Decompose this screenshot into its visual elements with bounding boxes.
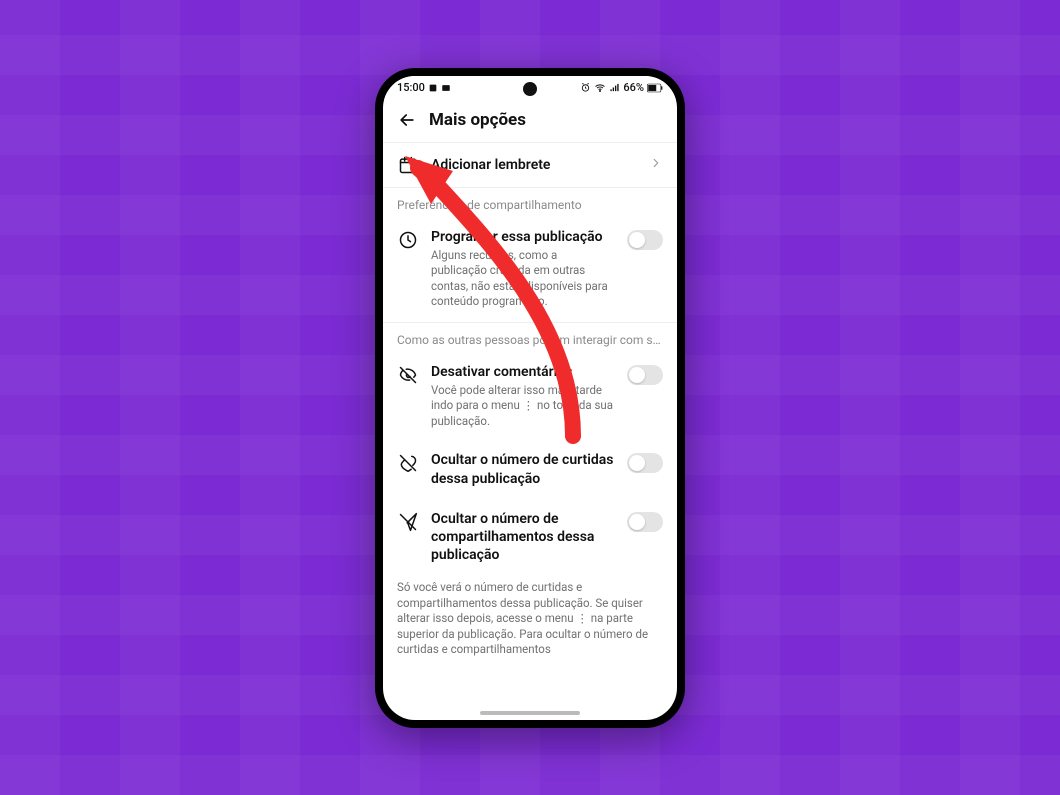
hide-shares-toggle[interactable] [627, 512, 663, 532]
schedule-post-setting: Programar essa publicação Alguns recurso… [383, 218, 677, 323]
heart-off-icon [397, 451, 419, 473]
status-time: 15:00 [397, 81, 425, 94]
page-title: Mais opções [429, 110, 526, 130]
hide-shares-title: Ocultar o número de compartilhamentos de… [431, 510, 615, 565]
app-header: Mais opções [383, 100, 677, 143]
status-bar: 15:00 66% [383, 76, 677, 100]
add-reminder-row[interactable]: Adicionar lembrete [383, 143, 677, 188]
status-bar-left: 15:00 [397, 81, 451, 94]
phone-frame: 15:00 66% Mais opções Adi [375, 68, 685, 728]
phone-screen: 15:00 66% Mais opções Adi [383, 76, 677, 720]
back-icon[interactable] [397, 110, 417, 130]
disable-comments-desc: Você pode alterar isso mais tarde indo p… [431, 383, 615, 430]
signal-icon [609, 82, 620, 93]
schedule-title: Programar essa publicação [431, 228, 615, 246]
share-off-icon [397, 510, 419, 532]
disable-comments-title: Desativar comentários [431, 363, 615, 381]
add-reminder-label: Adicionar lembrete [431, 157, 637, 173]
footnote-text: Só você verá o número de curtidas e comp… [383, 576, 677, 668]
content-scroll[interactable]: Adicionar lembrete Preferências de compa… [383, 143, 677, 720]
clock-icon [397, 228, 419, 250]
home-indicator[interactable] [480, 711, 580, 715]
disable-comments-setting: Desativar comentários Você pode alterar … [383, 353, 677, 442]
chevron-right-icon [649, 155, 663, 174]
disable-comments-toggle[interactable] [627, 365, 663, 385]
image-icon [441, 83, 451, 93]
schedule-desc: Alguns recursos, como a publicação cruza… [431, 248, 615, 310]
eye-off-icon [397, 363, 419, 385]
hide-likes-setting: Ocultar o número de curtidas dessa publi… [383, 441, 677, 499]
wifi-icon [594, 82, 606, 94]
hide-likes-title: Ocultar o número de curtidas dessa publi… [431, 451, 615, 487]
hide-likes-toggle[interactable] [627, 453, 663, 473]
hide-shares-setting: Ocultar o número de compartilhamentos de… [383, 500, 677, 577]
battery-icon [647, 83, 663, 93]
alarm-icon [580, 82, 591, 93]
status-bar-right: 66% [580, 81, 663, 94]
section-interact-label: Como as outras pessoas podem interagir c… [383, 323, 677, 353]
section-schedule-label: Preferências de compartilhamento [383, 188, 677, 218]
notification-icon [428, 83, 438, 93]
calendar-icon [397, 155, 419, 175]
schedule-toggle[interactable] [627, 230, 663, 250]
battery-text: 66% [623, 81, 644, 94]
